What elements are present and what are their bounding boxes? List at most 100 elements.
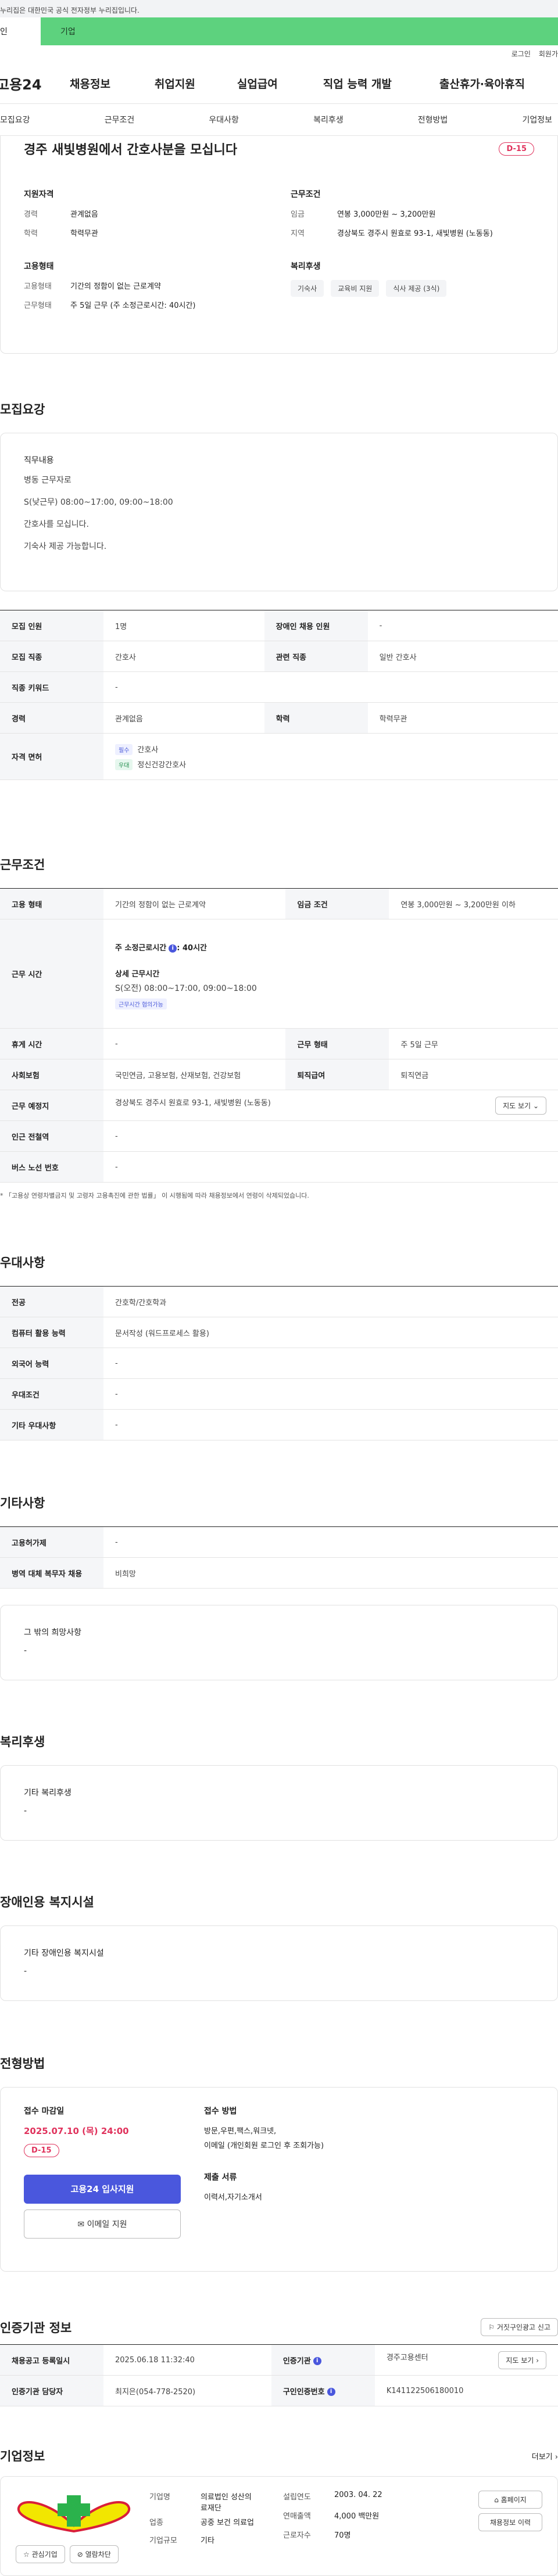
apply-button[interactable]: 고용24 입사지원 [24,2175,181,2204]
table-row: 인근 전철역 - [0,1120,558,1152]
info-icon[interactable]: i [327,2388,335,2396]
cell-value: 기간의 정함이 없는 근로계약 [103,888,286,919]
cell-value: 최지은(054-778-2520) [103,2375,271,2406]
chevron-right-icon: › [536,2356,539,2365]
cell-header-text: 구인인증번호 [282,2387,325,2397]
chevron-down-icon: ⌄ [532,1101,539,1110]
required-tag: 필수 [115,743,133,755]
login-link[interactable]: 로그인 [512,49,531,63]
main-nav: 고용24 채용정보 취업지원 실업급여 직업 능력 개발 출산휴가·육아휴직 [0,63,558,103]
nav-employment-support[interactable]: 취업지원 [155,76,195,91]
signup-link[interactable]: 회원가 [539,49,558,63]
fraud-report-button[interactable]: ⚐ 거짓구인광고 신고 [481,2318,558,2336]
tab-individual[interactable]: 인 [0,17,41,45]
tab-selection[interactable]: 전형방법 [418,114,448,125]
work-section: 근무조건 고용 형태 기간의 정함이 없는 근로계약 임금 조건 연봉 3,000만… [0,856,558,1200]
cell-header: 학력 [264,702,368,734]
fraud-report-label: 거짓구인광고 신고 [496,2323,550,2331]
cell-value: 경주고용센터 지도 보기 › [374,2344,558,2376]
agency-section: 인증기관 정보 ⚐ 거짓구인광고 신고 채용공고 등록일시 2025.06.18 … [0,2318,558,2406]
job-title: 경주 새빛병원에서 간호사분을 모십니다 [24,143,238,157]
email-apply-button[interactable]: ✉ 이메일 지원 [24,2209,181,2239]
table-row: 직종 키워드 - [0,671,558,703]
method-value: 이메일 (개인회원 로그인 후 조회가능) [204,2142,324,2150]
cell-header: 채용공고 등록일시 [0,2344,103,2376]
nav-job-training[interactable]: 직업 능력 개발 [323,76,392,91]
value: 연봉 3,000만원 ~ 3,200만원 [337,210,436,219]
welfare-heading: 복리후생 [291,262,321,271]
cell-value: 국민연금, 고용보험, 산재보험, 건강보험 [103,1059,286,1090]
company-box: ☆ 관심기업 ⊘ 열람차단 기업명 의료법인 성산의 료재단 업종 공중 보건 의료업… [0,2476,558,2576]
cell-value: 주 5일 근무 [389,1028,558,1059]
method-value: 방문,우편,팩스,워크넷, [204,2127,277,2136]
work-hours-cell: 주 소정근로시간 i: 40시간 상세 근무시간 S(오전) 08:00~17:0… [103,919,558,1029]
tab-welfare[interactable]: 복리후생 [313,114,344,125]
table-row: 기타 우대사항 - [0,1409,558,1440]
more-label: 더보기 [531,2452,553,2462]
homepage-button[interactable]: ⌂ 홈페이지 [478,2491,542,2509]
age-notice-text: 「고용상 연령차별금지 및 고령자 고용촉진에 관한 법률」 이 시행됨에 따라… [5,1192,309,1199]
method-col: 접수 방법 방문,우편,팩스,워크넷, 이메일 (개인회원 로그인 후 조회가능… [204,2105,324,2250]
company-info-col2: 설립연도 2003. 04. 22 연매출액 4,000 백만원 근로자수 70명 [283,2491,411,2561]
company-section: 기업정보 더보기 › ☆ 관심기업 ⊘ 열람차단 기업명 의료법인 성산의 료재단 … [0,2447,558,2576]
other-wishes-box: 그 밖의 희망사항 - [0,1605,558,1680]
tab-company[interactable]: 기업정보 [522,114,552,125]
info-icon[interactable]: i [313,2357,321,2365]
tab-preferences[interactable]: 우대사항 [209,114,239,125]
value: 공중 보건 의료업 [201,2518,254,2527]
cell-value: 경상북도 경주시 원효로 93-1, 새빛병원 (노동동) 지도 보기 ⌄ [103,1090,558,1121]
nav-unemployment-benefit[interactable]: 실업급여 [237,76,278,91]
cell-header: 전공 [0,1286,103,1317]
cell-header: 병역 대체 복무자 채용 [0,1557,103,1589]
cell-value: 비희망 [103,1557,558,1589]
info-icon[interactable]: i [169,944,177,953]
table-row: 외국어 능력 - [0,1348,558,1379]
cell-value: - [103,1409,558,1440]
cell-header-text: 인증기관 [282,2356,311,2366]
tab-work-conditions[interactable]: 근무조건 [105,114,135,125]
company-logo [17,2495,131,2533]
cell-value: - [103,1526,558,1558]
weekly-hours-value: : 40시간 [177,944,207,953]
table-row: 모집 인원 1명 장애인 채용 인원 - [0,610,558,641]
job-history-button[interactable]: 채용정보 이력 [478,2513,542,2531]
value: 기타 [201,2537,214,2545]
cell-value: - [103,1348,558,1379]
deadline-heading: 접수 마감일 [24,2107,65,2116]
table-row: 모집 직종 간호사 관련 직종 일반 간호사 [0,641,558,672]
deadline-value: 2025.07.10 (목) 24:00 [24,2126,129,2136]
homepage-label: 홈페이지 [500,2496,527,2504]
company-more-link[interactable]: 더보기 › [532,2451,558,2462]
nav-parental-leave[interactable]: 출산휴가·육아휴직 [439,76,525,91]
value: 70명 [334,2531,351,2540]
age-notice: * 「고용상 연령차별금지 및 고령자 고용촉진에 관한 법률」 이 시행됨에 … [0,1192,309,1199]
process-box: 접수 마감일 2025.07.10 (목) 24:00 D-15 고용24 입사… [0,2087,558,2272]
block-icon: ⊘ [77,2550,85,2559]
welfare-chip: 식사 제공 (3식) [386,280,447,297]
nav-jobs[interactable]: 채용정보 [70,76,110,91]
logo[interactable]: 고용24 [0,73,43,94]
process-section: 전형방법 접수 마감일 2025.07.10 (목) 24:00 D-15 고용… [0,2054,558,2272]
table-row: 근무 시간 주 소정근로시간 i: 40시간 상세 근무시간 S(오전) 08:0… [0,919,558,1029]
recruit-section: 모집요강 직무내용 병동 근무자로 S(낮근무) 08:00~17:00, 09… [0,400,558,780]
cell-value: - [367,610,558,641]
label: 근무형태 [24,301,52,310]
cell-value: 퇴직연금 [389,1059,558,1090]
company-logo-col: ☆ 관심기업 ⊘ 열람차단 [16,2491,149,2563]
other-wishes-value: - [24,1646,27,1655]
docs-value: 이력서,자기소개서 [204,2193,262,2202]
agency-map-button[interactable]: 지도 보기 › [498,2351,546,2369]
util-links: 로그인 회원가 [0,49,558,63]
block-view-button[interactable]: ⊘ 열람차단 [69,2545,119,2563]
favorite-company-button[interactable]: ☆ 관심기업 [16,2545,65,2563]
disability-box: 기타 장애인용 복지시설 - [0,1925,558,2001]
tab-company[interactable]: 기업 [41,17,558,45]
preference-section: 우대사항 전공 간호학/간호학과 컴퓨터 활용 능력 문서작성 (워드프로세스 활용… [0,1253,558,1440]
recruit-table: 모집 인원 1명 장애인 채용 인원 - 모집 직종 간호사 관련 직종 일반 간호사 … [0,610,558,780]
label: 기업명 [149,2493,170,2502]
map-button[interactable]: 지도 보기 ⌄ [495,1096,546,1115]
job-history-label: 채용정보 이력 [489,2518,531,2527]
work-table: 고용 형태 기간의 정함이 없는 근로계약 임금 조건 연봉 3,000만원 ~ 3… [0,888,558,1183]
cell-header: 우대조건 [0,1378,103,1410]
tab-recruit[interactable]: 모집요강 [0,114,30,125]
